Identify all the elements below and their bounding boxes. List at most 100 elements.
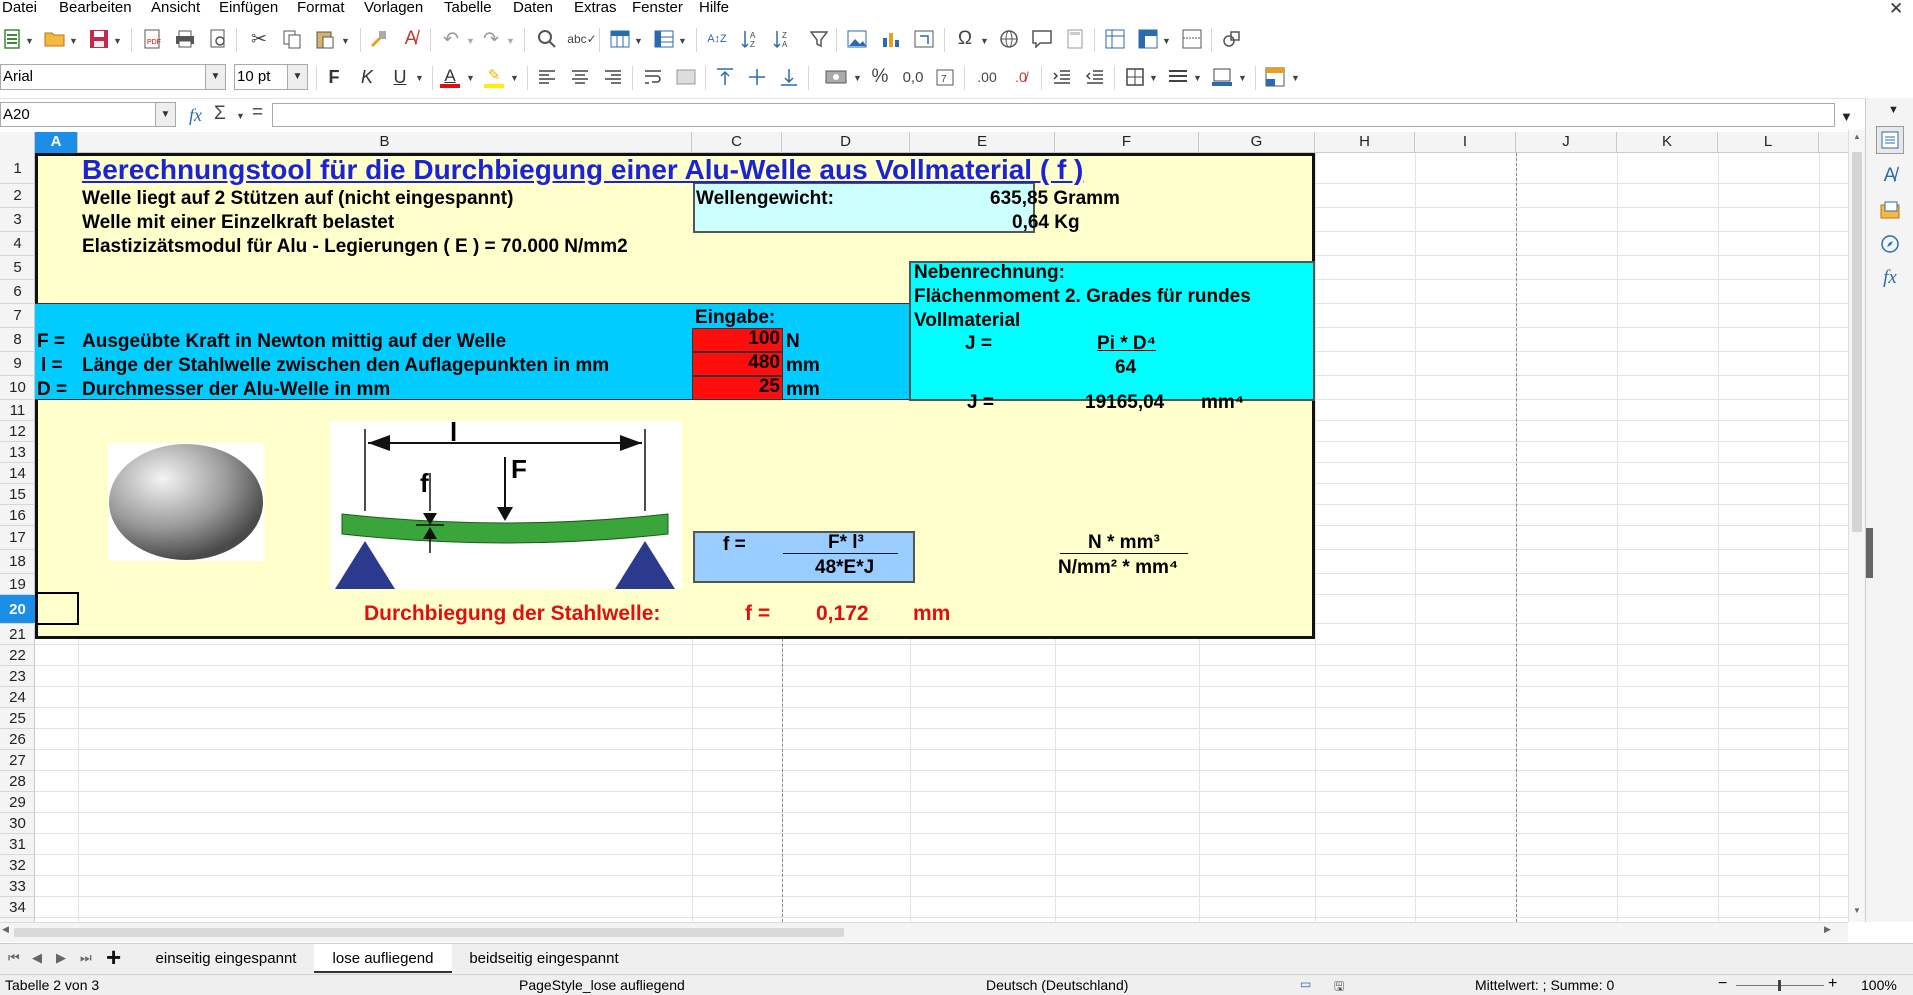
document-modified-icon[interactable]: 🖫 — [1334, 977, 1344, 995]
center-vertically-icon[interactable] — [746, 66, 768, 88]
border-style-icon[interactable] — [1167, 66, 1189, 88]
chevron-down-icon[interactable]: ▼ — [205, 65, 225, 89]
delete-decimal-place-icon[interactable]: .0̸ — [1008, 66, 1034, 88]
status-language[interactable]: Deutsch (Deutschland) — [986, 977, 1128, 993]
close-document-icon[interactable]: ✕ — [1889, 0, 1903, 19]
align-center-icon[interactable] — [569, 66, 591, 88]
increase-indent-icon[interactable] — [1051, 66, 1073, 88]
align-top-icon[interactable] — [714, 66, 736, 88]
undo-icon[interactable]: ↶ — [440, 28, 462, 50]
select-all-corner[interactable] — [0, 132, 35, 153]
row-header-9[interactable]: 9 — [0, 352, 35, 376]
properties-icon[interactable] — [1876, 126, 1904, 154]
functions-icon[interactable]: fx — [1876, 264, 1904, 292]
clone-formatting-icon[interactable] — [368, 28, 390, 50]
menu-daten[interactable]: Daten — [513, 0, 553, 16]
row-header-12[interactable]: 12 — [0, 421, 35, 442]
column-header-d[interactable]: D — [782, 132, 910, 153]
row-header-32[interactable]: 32 — [0, 855, 35, 876]
menu-hilfe[interactable]: Hilfe — [699, 0, 729, 16]
decrease-indent-icon[interactable] — [1084, 66, 1106, 88]
tab-lose-aufliegend[interactable]: lose aufliegend — [314, 944, 452, 973]
row-header-14[interactable]: 14 — [0, 463, 35, 484]
row-header-15[interactable]: 15 — [0, 484, 35, 505]
row-header-10[interactable]: 10 — [0, 376, 35, 400]
borders-icon[interactable] — [1124, 66, 1146, 88]
sum-icon[interactable]: Σ — [214, 103, 226, 125]
column-header-i[interactable]: I — [1415, 132, 1516, 153]
chevron-down-icon[interactable]: ▼ — [1193, 73, 1202, 83]
row-header-8[interactable]: 8 — [0, 328, 35, 352]
row-header-29[interactable]: 29 — [0, 792, 35, 813]
chevron-down-icon[interactable]: ▼ — [634, 36, 643, 46]
row-header-28[interactable]: 28 — [0, 771, 35, 792]
row-header-2[interactable]: 2 — [0, 184, 35, 208]
row-header-3[interactable]: 3 — [0, 208, 35, 232]
row-header-7[interactable]: 7 — [0, 304, 35, 328]
define-print-area-icon[interactable] — [1104, 28, 1126, 50]
font-name-combo[interactable]: Arial ▼ — [0, 64, 226, 90]
align-left-icon[interactable] — [536, 66, 558, 88]
export-pdf-icon[interactable]: PDF — [141, 28, 163, 50]
clear-formatting-icon[interactable]: A̸ — [400, 28, 422, 50]
row-header-25[interactable]: 25 — [0, 708, 35, 729]
vertical-scroll-thumb[interactable] — [1852, 152, 1862, 532]
chevron-down-icon[interactable]: ▼ — [341, 36, 350, 46]
format-as-number-icon[interactable]: 0,0 — [900, 66, 926, 88]
gallery-icon[interactable] — [1876, 196, 1904, 224]
zoom-out-icon[interactable]: − — [1718, 975, 1727, 993]
special-character-icon[interactable]: Ω — [954, 28, 976, 50]
scroll-down-icon[interactable]: ▼ — [1853, 906, 1861, 915]
row-header-17[interactable]: 17 — [0, 526, 35, 550]
headers-footers-icon[interactable] — [1064, 28, 1086, 50]
zoom-in-icon[interactable]: + — [1828, 975, 1837, 993]
status-page-style[interactable]: PageStyle_lose aufliegend — [519, 977, 685, 993]
format-as-percent-icon[interactable]: % — [869, 66, 891, 88]
last-sheet-icon[interactable]: ⏭ — [80, 950, 92, 966]
zoom-slider-thumb[interactable] — [1778, 980, 1781, 991]
comment-icon[interactable] — [1031, 28, 1053, 50]
print-icon[interactable] — [174, 28, 196, 50]
image-icon[interactable] — [846, 28, 868, 50]
column-header-h[interactable]: H — [1315, 132, 1415, 153]
chevron-down-icon[interactable]: ▼ — [236, 111, 245, 121]
italic-icon[interactable]: K — [355, 65, 379, 89]
row-header-16[interactable]: 16 — [0, 505, 35, 526]
column-header-c[interactable]: C — [692, 132, 782, 153]
sidebar-collapse-handle[interactable] — [1866, 528, 1873, 578]
chevron-down-icon[interactable]: ▼ — [853, 73, 862, 83]
menu-einfuegen[interactable]: Einfügen — [219, 0, 278, 16]
expand-formula-bar-icon[interactable]: ▼ — [1840, 109, 1853, 124]
name-box[interactable]: A20 ▼ — [0, 102, 176, 127]
add-decimal-place-icon[interactable]: .00 — [974, 66, 1000, 88]
conditional-format-icon[interactable] — [1264, 66, 1286, 88]
chart-icon[interactable] — [880, 28, 902, 50]
copy-icon[interactable] — [281, 28, 303, 50]
find-replace-icon[interactable] — [536, 28, 558, 50]
row-header-22[interactable]: 22 — [0, 645, 35, 666]
chevron-down-icon[interactable]: ▼ — [1162, 36, 1171, 46]
show-draw-functions-icon[interactable] — [1221, 28, 1243, 50]
vertical-scrollbar[interactable]: ▲ ▼ — [1848, 130, 1865, 922]
sidebar-menu-icon[interactable]: ▼ — [1888, 104, 1899, 116]
status-zoom[interactable]: 100% — [1861, 977, 1897, 993]
chevron-down-icon[interactable]: ▼ — [1291, 73, 1300, 83]
format-as-currency-icon[interactable] — [824, 66, 848, 88]
previous-sheet-icon[interactable]: ◀ — [32, 950, 42, 966]
print-preview-icon[interactable] — [207, 28, 229, 50]
column-icon[interactable] — [653, 28, 675, 50]
column-header-a[interactable]: A — [35, 132, 78, 153]
column-header-l[interactable]: L — [1718, 132, 1819, 153]
chevron-down-icon[interactable]: ▼ — [113, 36, 122, 46]
chevron-down-icon[interactable]: ▼ — [980, 36, 989, 46]
menu-vorlagen[interactable]: Vorlagen — [364, 0, 423, 16]
font-color-icon[interactable]: A — [438, 64, 462, 90]
save-icon[interactable] — [88, 28, 110, 50]
column-header-e[interactable]: E — [910, 132, 1055, 153]
function-wizard-icon[interactable]: fx — [189, 105, 202, 126]
redo-icon[interactable]: ↷ — [480, 28, 502, 50]
tab-beidseitig-eingespannt[interactable]: beidseitig eingespannt — [454, 944, 634, 973]
autofilter-icon[interactable] — [808, 28, 830, 50]
column-header-f[interactable]: F — [1055, 132, 1199, 153]
next-sheet-icon[interactable]: ▶ — [56, 950, 66, 966]
